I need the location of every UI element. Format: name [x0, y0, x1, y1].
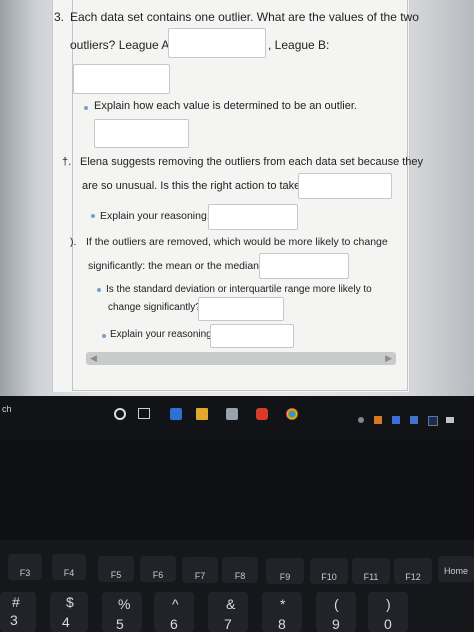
bullet-icon: [97, 288, 101, 292]
key-home[interactable]: Home: [438, 556, 474, 582]
key-symbol: %: [118, 596, 131, 612]
horizontal-scrollbar[interactable]: ◀ ▶: [86, 352, 396, 365]
key-symbol: #: [12, 594, 20, 610]
key-f12[interactable]: F12: [394, 558, 432, 584]
file-explorer-icon[interactable]: [196, 408, 208, 420]
tray-icon[interactable]: [392, 416, 400, 424]
key-f7[interactable]: F7: [182, 557, 218, 583]
task-view-icon[interactable]: [138, 408, 150, 419]
spread-measure-input[interactable]: [198, 297, 284, 321]
key-digit: 7: [224, 616, 232, 632]
key-symbol: ): [386, 596, 391, 612]
league-a-answer-input[interactable]: [168, 28, 266, 58]
key-f4[interactable]: F4: [52, 554, 86, 580]
q3-number: 3.: [54, 10, 65, 24]
cortana-icon[interactable]: [114, 408, 126, 420]
key-digit: 8: [278, 616, 286, 632]
edge-icon[interactable]: [170, 408, 182, 420]
key-f3[interactable]: F3: [8, 554, 42, 580]
key-label: F4: [63, 568, 75, 578]
app-icon[interactable]: [256, 408, 268, 420]
key-label: F9: [279, 572, 291, 582]
key-symbol: (: [334, 596, 339, 612]
key-label: F10: [321, 572, 337, 582]
key-digit: 6: [170, 616, 178, 632]
q4-text-line2: are so unusual. Is this the right action…: [82, 180, 307, 192]
q5-reasoning-input[interactable]: [210, 324, 294, 348]
q5-bullet1-line2: change significantly?: [108, 302, 201, 313]
q5-text-line2: significantly: the mean or the median?: [88, 260, 265, 272]
key-label: F3: [19, 568, 31, 578]
key-f11[interactable]: F11: [352, 558, 390, 584]
key-symbol: ^: [172, 596, 179, 612]
key-f5[interactable]: F5: [98, 556, 134, 582]
chrome-icon[interactable]: [286, 408, 298, 420]
key-digit: 4: [62, 614, 70, 630]
key-label: F6: [152, 570, 164, 580]
key-f8[interactable]: F8: [222, 557, 258, 583]
key-digit: 3: [10, 612, 18, 628]
store-icon[interactable]: [226, 408, 238, 420]
key-symbol: &: [226, 596, 236, 612]
key-digit: 9: [332, 616, 340, 632]
tray-icon[interactable]: [446, 417, 454, 423]
key-label: F7: [194, 571, 206, 581]
key-f9[interactable]: F9: [266, 558, 304, 584]
key-f6[interactable]: F6: [140, 556, 176, 582]
key-label: F5: [110, 570, 122, 580]
tray-icon[interactable]: [358, 417, 364, 423]
bullet-icon: [84, 106, 88, 110]
monitor-screen: 3. Each data set contains one outlier. W…: [0, 0, 474, 440]
q5-text-line1: If the outliers are removed, which would…: [86, 236, 388, 248]
q5-answer-input[interactable]: [259, 253, 349, 279]
q4-answer-input[interactable]: [298, 173, 392, 199]
key-digit: 0: [384, 616, 392, 632]
q4-reasoning-input[interactable]: [208, 204, 298, 230]
taskbar-search-text[interactable]: ch: [2, 404, 12, 414]
keyboard: F3 F4 F5 F6 F7 F8 F9 F10 F11 F12 Home # …: [0, 540, 474, 632]
key-label: F11: [363, 572, 379, 582]
q3-text-line2b: , League B:: [268, 38, 330, 52]
q4-bullet-text: Explain your reasoning.: [100, 210, 210, 222]
q4-text-line1: Elena suggests removing the outliers fro…: [80, 156, 424, 168]
q5-bullet2-text: Explain your reasoning.: [110, 329, 215, 340]
q3-text-line2a: outliers? League A:: [70, 38, 173, 52]
key-f10[interactable]: F10: [310, 558, 348, 584]
key-label: F8: [234, 571, 246, 581]
key-symbol: *: [280, 596, 286, 612]
tray-icon[interactable]: [410, 416, 418, 424]
key-digit: 5: [116, 616, 124, 632]
q3-bullet-text: Explain how each value is determined to …: [94, 100, 357, 112]
outlier-explanation-input[interactable]: [94, 119, 189, 148]
tray-icon[interactable]: [374, 416, 382, 424]
key-symbol: $: [66, 594, 74, 610]
bullet-icon: [91, 214, 95, 218]
bullet-icon: [102, 334, 106, 338]
q5-number: ).: [70, 236, 77, 248]
scroll-right-icon[interactable]: ▶: [385, 352, 392, 365]
q5-bullet1-line1: Is the standard deviation or interquarti…: [106, 284, 372, 295]
laptop-bezel: [0, 440, 474, 540]
scroll-left-icon[interactable]: ◀: [90, 352, 97, 365]
league-b-answer-input[interactable]: [73, 64, 170, 94]
key-label: Home: [443, 566, 468, 576]
q3-text-line1: Each data set contains one outlier. What…: [70, 10, 419, 24]
q4-number: †.: [62, 156, 72, 168]
key-label: F12: [405, 572, 421, 582]
tray-icon[interactable]: [428, 416, 438, 426]
